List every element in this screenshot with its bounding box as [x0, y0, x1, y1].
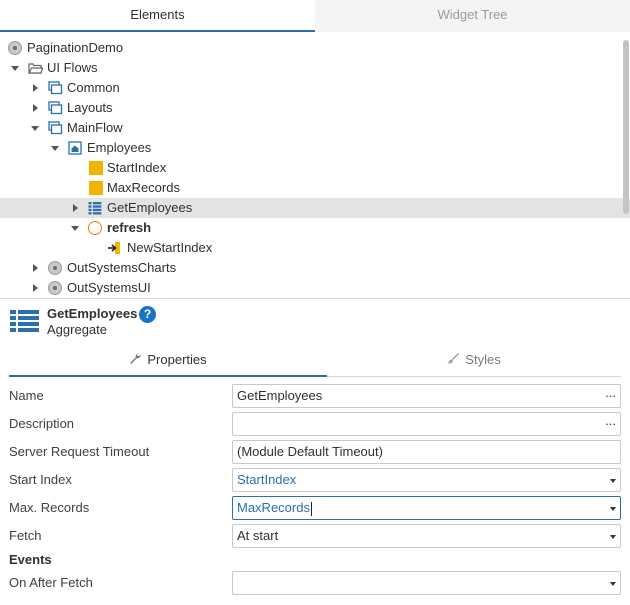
element-title: GetEmployees [47, 306, 138, 321]
description-field[interactable]: ... [232, 412, 621, 436]
property-label: Name [9, 388, 44, 403]
chevron-down-icon[interactable] [610, 479, 616, 483]
fetch-select[interactable]: At start [232, 524, 621, 548]
brush-icon [447, 347, 460, 373]
chevron-right-icon[interactable] [69, 198, 81, 218]
name-field[interactable]: GetEmployees ... [232, 384, 621, 408]
property-max-records: Max. Records MaxRecords [0, 494, 630, 522]
chevron-right-icon[interactable] [29, 258, 41, 278]
more-button[interactable]: ... [605, 382, 616, 404]
tab-widget-tree[interactable]: Widget Tree [315, 0, 630, 32]
chevron-down-icon[interactable] [610, 582, 616, 586]
wrench-icon [129, 347, 141, 373]
screen-icon [68, 141, 82, 155]
property-label: Max. Records [9, 500, 90, 515]
tree-item-label: OutSystemsCharts [67, 260, 177, 275]
tree-item-outsystemscharts[interactable]: OutSystemsCharts [0, 258, 630, 278]
folder-open-icon [28, 61, 44, 75]
tree-item-getemployees[interactable]: GetEmployees [0, 198, 630, 218]
tree-item-mainflow[interactable]: MainFlow [0, 118, 630, 138]
module-icon [8, 41, 22, 55]
chevron-down-icon[interactable] [610, 507, 616, 511]
tree-item-label: GetEmployees [107, 200, 193, 215]
tree-item-label: StartIndex [107, 160, 167, 175]
property-name: Name GetEmployees ... [0, 382, 630, 410]
tab-elements[interactable]: Elements [0, 0, 315, 32]
property-description: Description ... [0, 410, 630, 438]
chevron-down-icon[interactable] [69, 218, 81, 238]
server-request-timeout-field[interactable]: (Module Default Timeout) [232, 440, 621, 464]
chevron-down-icon[interactable] [9, 58, 21, 78]
ui-flow-icon [48, 81, 63, 95]
aggregate-icon [10, 309, 40, 333]
chevron-down-icon[interactable] [49, 138, 61, 158]
top-tab-bar: Elements Widget Tree [0, 0, 630, 32]
tree-item-label: Layouts [67, 100, 113, 115]
more-button[interactable]: ... [605, 410, 616, 432]
ui-flow-icon [48, 101, 63, 115]
chevron-right-icon[interactable] [29, 98, 41, 118]
chevron-right-icon[interactable] [29, 78, 41, 98]
tree-item-paginationdemo[interactable]: PaginationDemo [0, 38, 630, 58]
screen-action-icon [88, 221, 102, 235]
help-icon[interactable]: ? [139, 306, 156, 323]
tree-item-label: UI Flows [47, 60, 98, 75]
tree-item-ui-flows[interactable]: UI Flows [0, 58, 630, 78]
tree-item-outsystemsui[interactable]: OutSystemsUI [0, 278, 630, 298]
input-parameter-icon [107, 241, 121, 255]
element-header: GetEmployees ? Aggregate [0, 298, 630, 346]
module-icon [48, 281, 62, 295]
tab-properties[interactable]: Properties [9, 347, 327, 377]
property-label: Fetch [9, 528, 42, 543]
property-label: Description [9, 416, 75, 431]
property-tab-bar: Properties Styles [9, 347, 621, 377]
tree-item-label: PaginationDemo [27, 40, 124, 55]
tree-item-layouts[interactable]: Layouts [0, 98, 630, 118]
tree-item-label: MaxRecords [107, 180, 180, 195]
property-fetch: Fetch At start [0, 522, 630, 550]
local-variable-icon [89, 161, 103, 175]
ui-flow-icon [48, 121, 63, 135]
tree-item-startindex[interactable]: StartIndex [0, 158, 630, 178]
tree-item-refresh[interactable]: refresh [0, 218, 630, 238]
on-after-fetch-select[interactable] [232, 571, 621, 595]
tree-item-label: NewStartIndex [127, 240, 213, 255]
tab-styles[interactable]: Styles [327, 347, 621, 377]
module-icon [48, 261, 62, 275]
chevron-right-icon[interactable] [29, 278, 41, 298]
max-records-select[interactable]: MaxRecords [232, 496, 621, 520]
tree-item-label: OutSystemsUI [67, 280, 151, 295]
tree-item-label: Common [67, 80, 120, 95]
tab-properties-label: Properties [147, 352, 207, 367]
property-start-index: Start Index StartIndex [0, 466, 630, 494]
chevron-down-icon[interactable] [610, 535, 616, 539]
start-index-select[interactable]: StartIndex [232, 468, 621, 492]
tree-item-label: Employees [87, 140, 152, 155]
properties-panel: Name GetEmployees ... Description ... Se… [0, 382, 630, 550]
property-label: Server Request Timeout [9, 444, 150, 459]
tree-item-newstartindex[interactable]: NewStartIndex [0, 238, 630, 258]
tree-item-employees[interactable]: Employees [0, 138, 630, 158]
tree-item-label: MainFlow [67, 120, 123, 135]
events-section-title: Events [9, 552, 52, 567]
aggregate-icon [88, 201, 102, 215]
property-label: Start Index [9, 472, 72, 487]
property-on-after-fetch: On After Fetch [0, 569, 630, 597]
element-type: Aggregate [47, 322, 107, 337]
chevron-down-icon[interactable] [29, 118, 41, 138]
tab-styles-label: Styles [465, 352, 501, 367]
tree-scrollbar[interactable] [623, 40, 629, 214]
local-variable-icon [89, 181, 103, 195]
tree-item-maxrecords[interactable]: MaxRecords [0, 178, 630, 198]
tree-item-label: refresh [107, 220, 152, 235]
property-label: On After Fetch [9, 575, 93, 590]
elements-tree: PaginationDemo UI Flows Common Layouts M… [0, 38, 630, 298]
tree-item-common[interactable]: Common [0, 78, 630, 98]
property-server-request-timeout: Server Request Timeout (Module Default T… [0, 438, 630, 466]
